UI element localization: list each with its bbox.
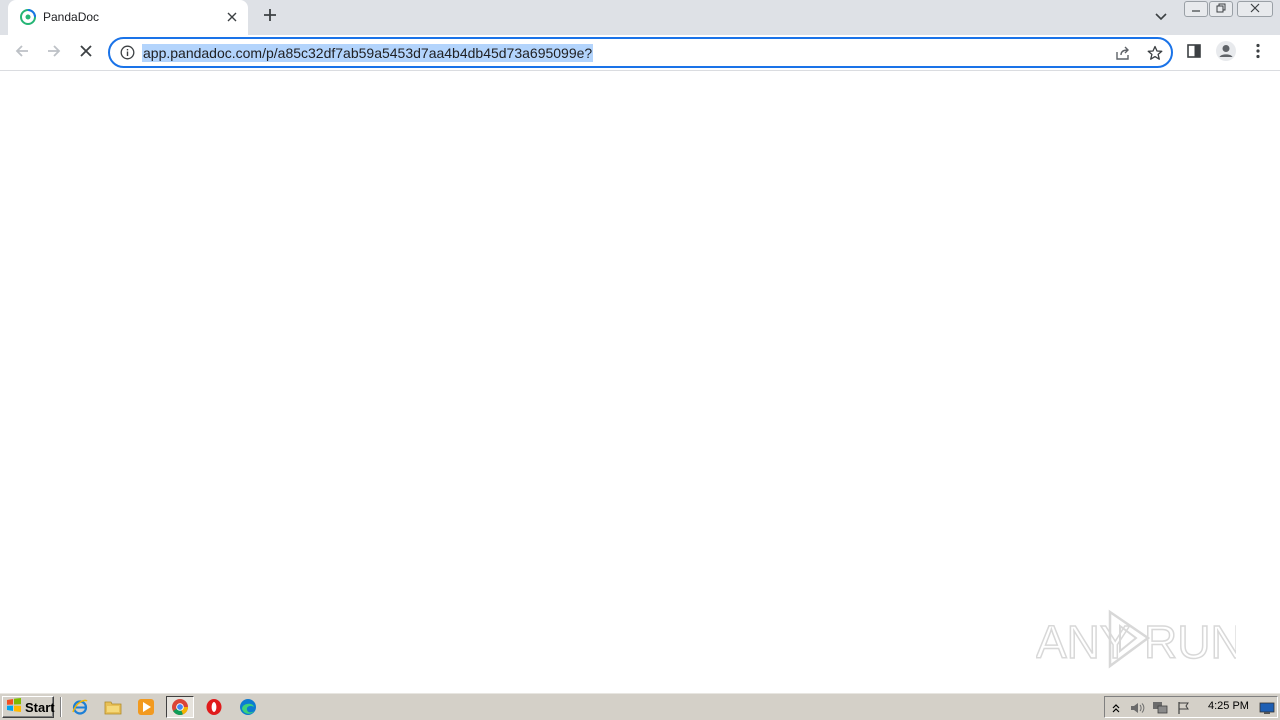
restore-button[interactable] xyxy=(1209,1,1233,17)
start-button[interactable]: Start xyxy=(2,696,55,718)
anyrun-watermark: ANY RUN xyxy=(1035,604,1244,674)
info-icon[interactable] xyxy=(119,44,136,61)
watermark-text-right: RUN xyxy=(1144,616,1236,668)
pandadoc-logo-icon xyxy=(20,9,36,25)
tab-strip: PandaDoc xyxy=(0,0,1280,35)
windows-logo-icon xyxy=(6,697,22,718)
profile-button[interactable] xyxy=(1214,40,1238,67)
opera-icon[interactable] xyxy=(200,696,228,718)
page-content xyxy=(0,72,1280,692)
close-icon xyxy=(1250,0,1260,18)
url-text[interactable]: app.pandadoc.com/p/a85c32df7ab59a5453d7a… xyxy=(142,44,594,62)
restore-icon xyxy=(1216,0,1226,18)
file-explorer-icon[interactable] xyxy=(99,696,127,718)
share-icon[interactable] xyxy=(1114,44,1132,62)
forward-button[interactable] xyxy=(41,40,67,66)
side-panel-icon xyxy=(1186,43,1202,64)
media-player-icon[interactable] xyxy=(132,696,160,718)
side-panel-button[interactable] xyxy=(1182,41,1206,65)
new-tab-button[interactable] xyxy=(259,6,281,28)
show-hidden-icons-icon[interactable] xyxy=(1108,700,1124,716)
network-icon[interactable] xyxy=(1152,700,1168,716)
plus-icon xyxy=(263,8,277,27)
browser-toolbar: app.pandadoc.com/p/a85c32df7ab59a5453d7a… xyxy=(0,35,1280,71)
chrome-icon[interactable] xyxy=(166,696,194,718)
address-bar[interactable]: app.pandadoc.com/p/a85c32df7ab59a5453d7a… xyxy=(108,37,1173,68)
minimize-button[interactable] xyxy=(1184,1,1208,17)
stop-loading-icon xyxy=(79,44,93,63)
clock[interactable]: 4:25 PM xyxy=(1208,700,1249,712)
back-button[interactable] xyxy=(9,40,35,66)
profile-icon xyxy=(1215,40,1237,67)
taskbar: Start 4:25 PM xyxy=(0,692,1280,720)
window-close-button[interactable] xyxy=(1237,1,1273,17)
tab-close-icon[interactable] xyxy=(224,9,240,25)
browser-tab-pandadoc[interactable]: PandaDoc xyxy=(8,0,248,35)
start-label: Start xyxy=(25,699,55,715)
tab-search-button[interactable] xyxy=(1151,8,1171,26)
stop-loading-button[interactable] xyxy=(73,40,99,66)
tab-title: PandaDoc xyxy=(43,10,100,24)
show-desktop-icon[interactable] xyxy=(1259,700,1275,716)
arrow-right-icon xyxy=(46,43,62,64)
minimize-icon xyxy=(1191,0,1201,18)
volume-icon[interactable] xyxy=(1129,700,1145,716)
star-icon[interactable] xyxy=(1146,44,1164,62)
kebab-menu-icon xyxy=(1256,43,1260,64)
taskbar-separator xyxy=(60,697,62,717)
action-center-flag-icon[interactable] xyxy=(1176,700,1192,716)
edge-icon[interactable] xyxy=(234,696,262,718)
chevron-down-icon xyxy=(1155,8,1167,26)
browser-menu-button[interactable] xyxy=(1246,41,1270,65)
system-tray: 4:25 PM xyxy=(1104,696,1278,718)
arrow-left-icon xyxy=(14,43,30,64)
internet-explorer-icon[interactable] xyxy=(66,696,94,718)
